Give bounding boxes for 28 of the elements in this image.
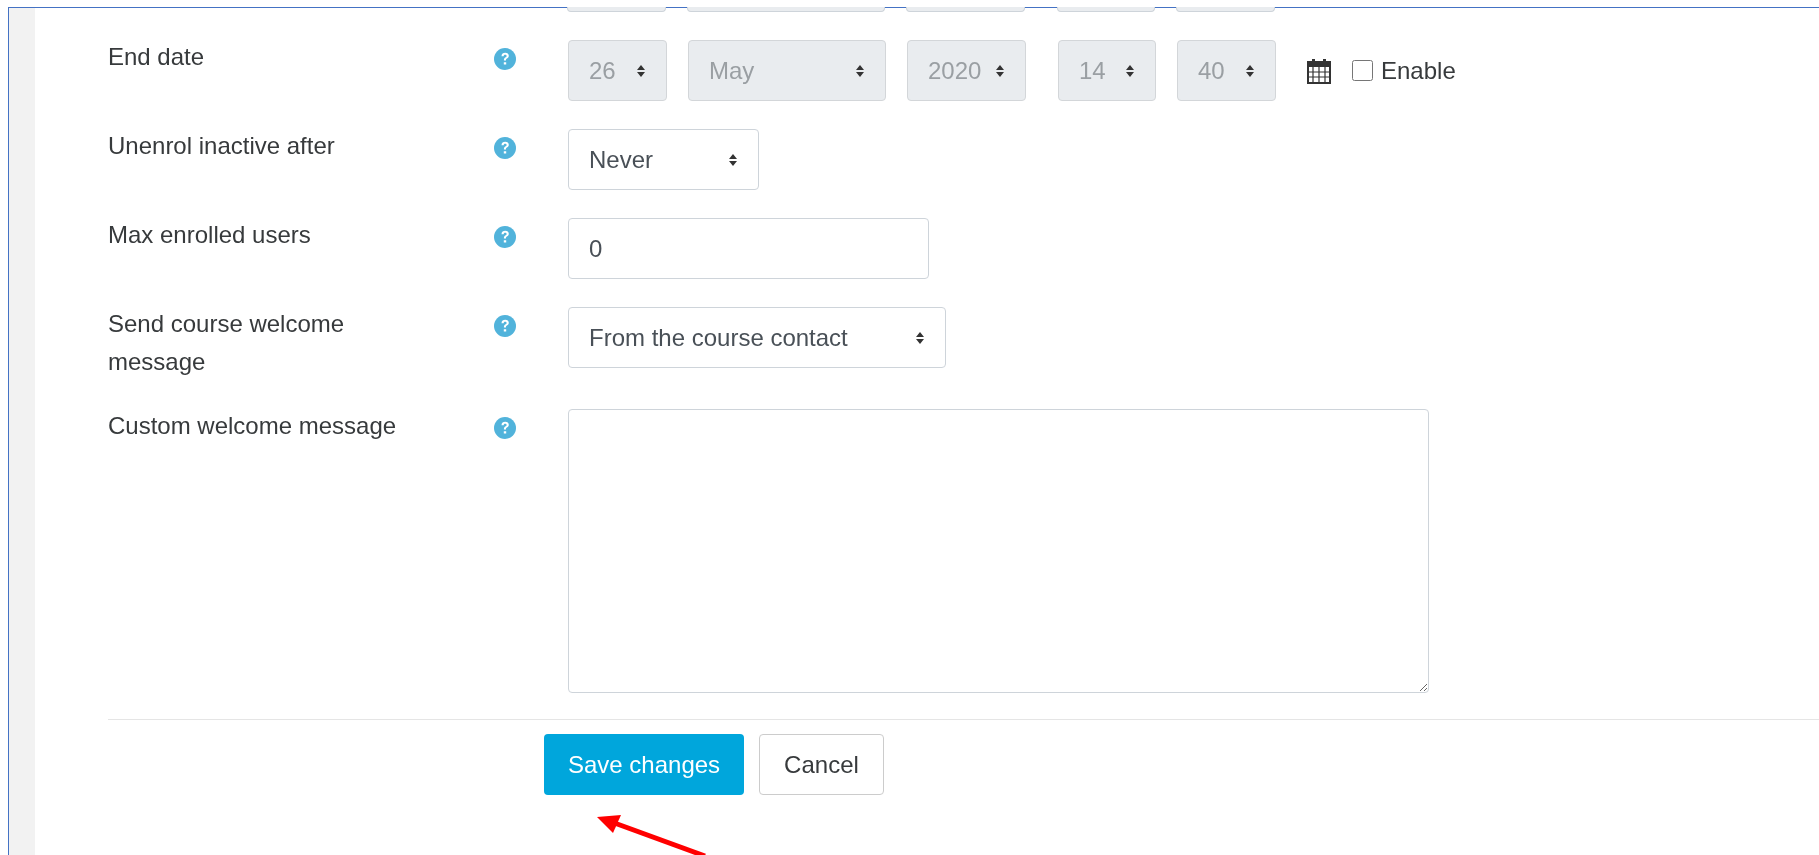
select-field[interactable]: From the course contact xyxy=(568,307,946,368)
field-label: Send course welcome message xyxy=(108,309,346,377)
select-field[interactable] xyxy=(1176,7,1275,12)
field-label: Max enrolled users xyxy=(108,220,312,250)
save-button[interactable]: Save changes xyxy=(544,734,745,795)
updown-caret-icon xyxy=(1245,63,1255,78)
select-field[interactable] xyxy=(567,7,666,12)
updown-caret-icon xyxy=(915,330,925,345)
field-label: Custom welcome message xyxy=(108,411,398,441)
updown-caret-icon xyxy=(728,152,738,167)
updown-caret-icon xyxy=(636,63,646,78)
updown-caret-icon xyxy=(855,63,865,78)
field-label: Unenrol inactive after xyxy=(108,131,336,161)
help-icon[interactable] xyxy=(494,226,516,248)
updown-caret-icon xyxy=(995,63,1005,78)
select-field[interactable] xyxy=(1057,7,1155,12)
select-field[interactable] xyxy=(687,7,885,12)
help-icon[interactable] xyxy=(494,48,516,70)
select-field[interactable]: Never xyxy=(568,129,759,190)
help-icon[interactable] xyxy=(494,137,516,159)
select-field[interactable] xyxy=(906,7,1025,12)
field-label: End date xyxy=(108,42,206,72)
updown-caret-icon xyxy=(1125,63,1135,78)
help-icon[interactable] xyxy=(494,417,516,439)
calendar-icon[interactable] xyxy=(1306,57,1332,84)
cancel-button[interactable]: Cancel xyxy=(759,734,884,795)
help-icon[interactable] xyxy=(494,315,516,337)
input-field[interactable]: 0 xyxy=(568,218,929,279)
